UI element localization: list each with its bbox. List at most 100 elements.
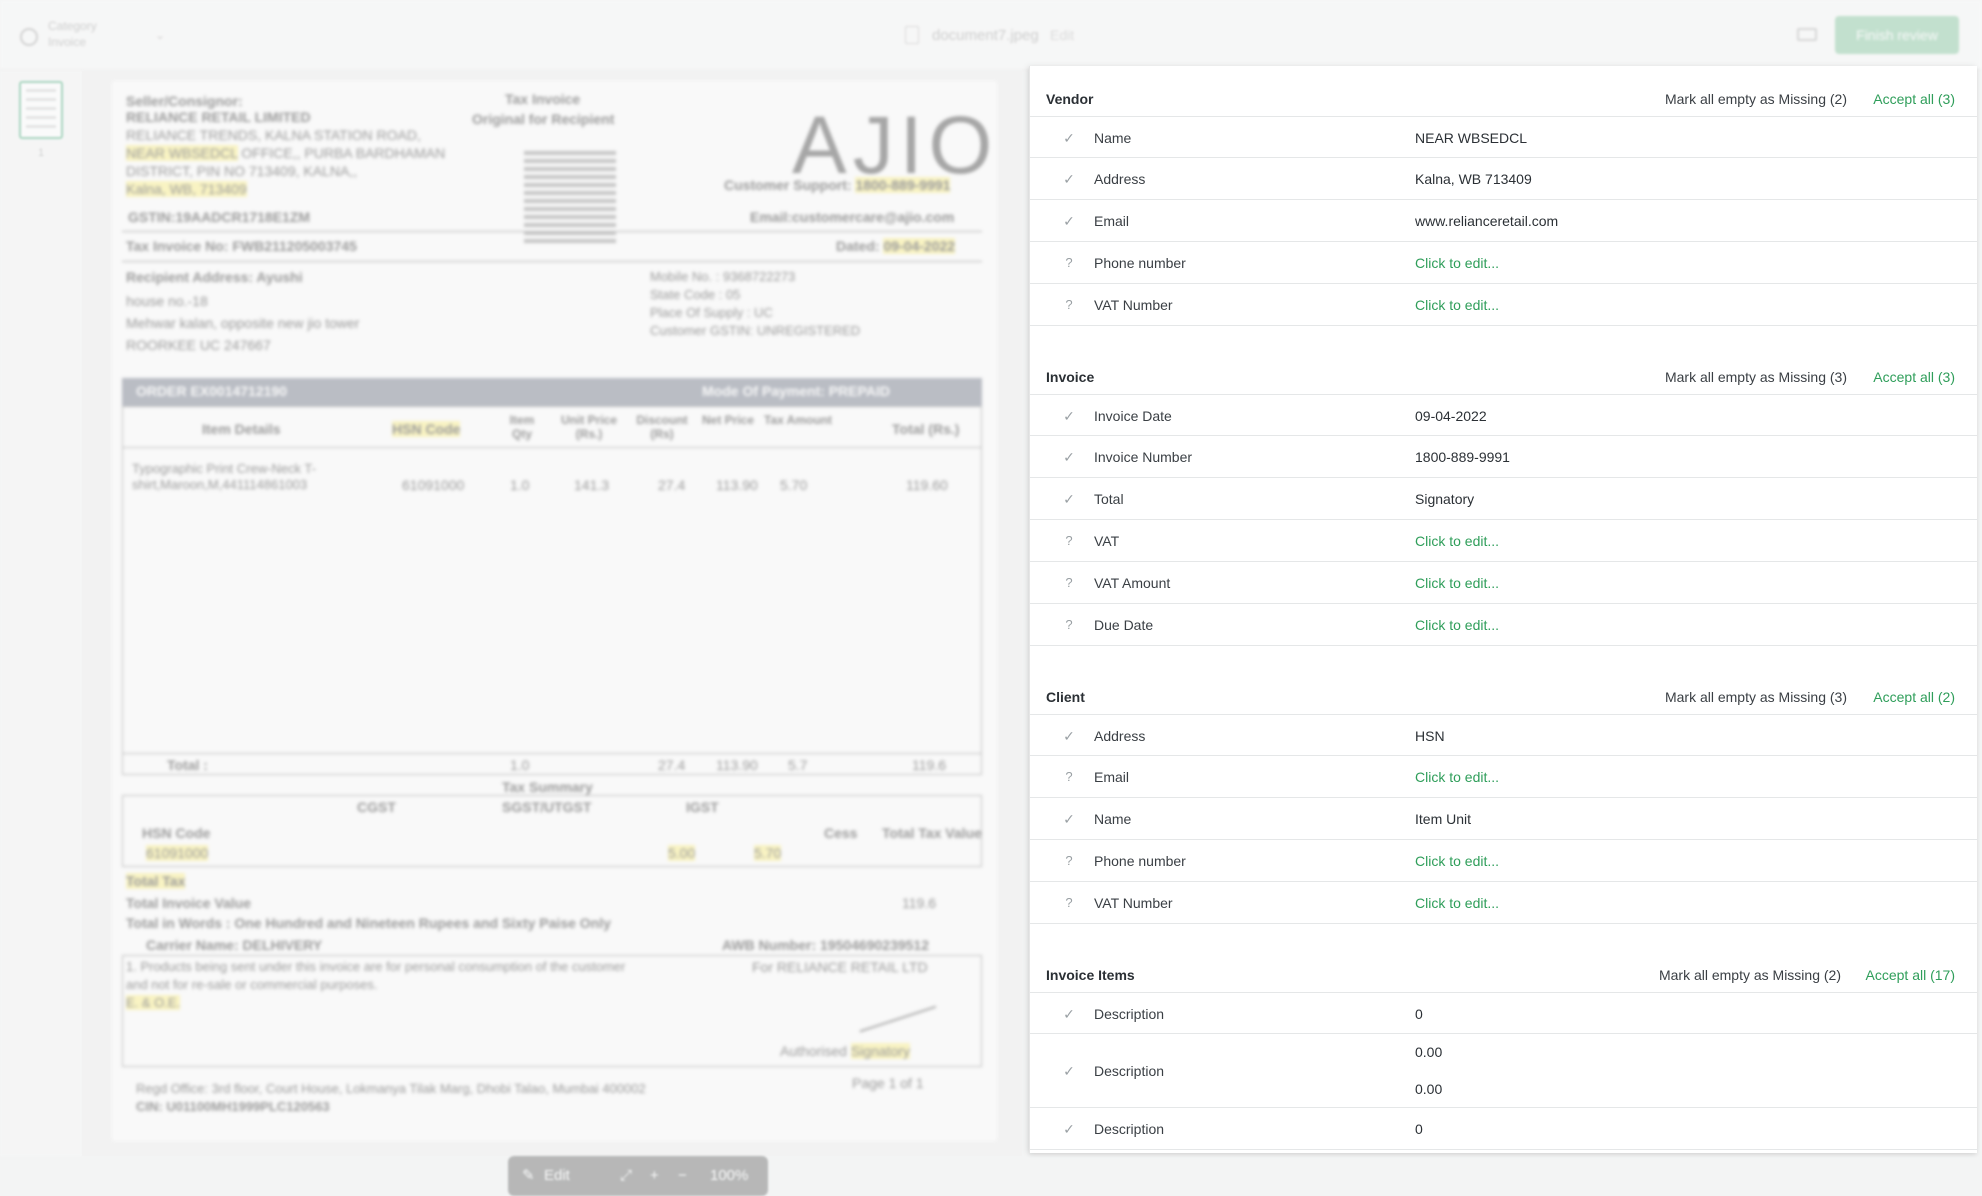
check-icon[interactable]: ✓	[1061, 1006, 1077, 1023]
field-label: Description	[1094, 1006, 1165, 1022]
mark-all-missing-button[interactable]: Mark all empty as Missing (3)	[1665, 689, 1847, 705]
field-row-name[interactable]: ✓ Name Item Unit	[1030, 798, 1977, 840]
field-row-email[interactable]: ✓ Email www.relianceretail.com	[1030, 200, 1977, 242]
doc-item-desc2: shirt,Maroon,M,441114861003	[132, 477, 308, 492]
check-icon[interactable]: ✓	[1061, 171, 1077, 188]
field-label: Email	[1094, 769, 1130, 785]
doc-cgst: CGST	[357, 799, 396, 815]
field-row-address[interactable]: ✓ Address Kalna, WB 713409	[1030, 158, 1977, 200]
doc-payment: Mode Of Payment: PREPAID	[702, 383, 890, 399]
field-label: VAT Amount	[1094, 575, 1171, 591]
field-row-total[interactable]: ✓ Total Signatory	[1030, 478, 1977, 520]
question-mark-icon[interactable]: ?	[1061, 853, 1077, 868]
edit-button[interactable]: Edit	[544, 1156, 570, 1196]
check-icon[interactable]: ✓	[1061, 491, 1077, 508]
category-selector[interactable]: Category Invoice	[48, 18, 97, 50]
field-row-name[interactable]: ✓ Name NEAR WBSEDCL	[1030, 116, 1977, 158]
field-label: Description	[1094, 1121, 1165, 1137]
field-row-invoice-number[interactable]: ✓ Invoice Number 1800-889-9991	[1030, 436, 1977, 478]
field-row-description[interactable]: ✓ Description 0.00 0.00	[1030, 1034, 1977, 1108]
document-edit-link[interactable]: Edit	[1050, 27, 1074, 43]
field-value[interactable]: 1800-889-9991	[1415, 449, 1510, 465]
check-icon[interactable]: ✓	[1061, 449, 1077, 466]
question-mark-icon[interactable]: ?	[1061, 575, 1077, 590]
check-icon[interactable]: ✓	[1061, 1121, 1077, 1138]
doc-mobile: Mobile No. : 9368722273	[650, 269, 796, 284]
field-value[interactable]: 0	[1415, 1121, 1423, 1137]
field-value[interactable]: NEAR WBSEDCL	[1415, 130, 1527, 146]
question-mark-icon[interactable]: ?	[1061, 769, 1077, 784]
check-icon[interactable]: ✓	[1061, 130, 1077, 147]
mark-all-missing-button[interactable]: Mark all empty as Missing (2)	[1659, 967, 1841, 983]
mark-all-missing-button[interactable]: Mark all empty as Missing (3)	[1665, 369, 1847, 385]
check-icon[interactable]: ✓	[1061, 213, 1077, 230]
check-icon[interactable]: ✓	[1061, 1063, 1077, 1080]
field-placeholder[interactable]: Click to edit...	[1415, 617, 1499, 633]
keyboard-icon[interactable]	[1797, 28, 1817, 41]
field-row-vat-number[interactable]: ? VAT Number Click to edit...	[1030, 882, 1977, 924]
field-value[interactable]: 0.00	[1415, 1044, 1442, 1060]
doc-item-tax: 5.70	[780, 477, 808, 493]
accept-all-button[interactable]: Accept all (17)	[1866, 967, 1955, 983]
chevron-down-icon[interactable]: ⌄	[155, 28, 165, 42]
field-value[interactable]: 09-04-2022	[1415, 408, 1487, 424]
doc-col-net: Net Price	[702, 413, 755, 427]
category-icon	[20, 28, 38, 46]
doc-support: Customer Support: 1800-889-9991	[724, 177, 951, 193]
edit-icon[interactable]: ✎	[522, 1156, 535, 1196]
field-row-description[interactable]: ✓ Description 0	[1030, 1108, 1977, 1150]
field-value[interactable]: Kalna, WB 713409	[1415, 171, 1532, 187]
field-row-vat-amount[interactable]: ? VAT Amount Click to edit...	[1030, 562, 1977, 604]
check-icon[interactable]: ✓	[1061, 408, 1077, 425]
field-value[interactable]: HSN	[1415, 728, 1445, 744]
question-mark-icon[interactable]: ?	[1061, 533, 1077, 548]
zoom-out-button[interactable]: −	[678, 1156, 687, 1196]
question-mark-icon[interactable]: ?	[1061, 895, 1077, 910]
question-mark-icon[interactable]: ?	[1061, 617, 1077, 632]
question-mark-icon[interactable]: ?	[1061, 297, 1077, 312]
field-row-description[interactable]: ✓ Description 0	[1030, 992, 1977, 1034]
field-label: Invoice Date	[1094, 408, 1172, 424]
field-row-vat-number[interactable]: ? VAT Number Click to edit...	[1030, 284, 1977, 326]
question-mark-icon[interactable]: ?	[1061, 255, 1077, 270]
check-icon[interactable]: ✓	[1061, 728, 1077, 745]
field-label: VAT Number	[1094, 895, 1173, 911]
accept-all-button[interactable]: Accept all (3)	[1873, 91, 1955, 107]
field-label: Phone number	[1094, 853, 1186, 869]
field-placeholder[interactable]: Click to edit...	[1415, 255, 1499, 271]
page-thumbnail[interactable]	[19, 81, 63, 139]
doc-rec-line3: ROORKEE UC 247667	[126, 337, 271, 353]
mark-all-missing-button[interactable]: Mark all empty as Missing (2)	[1665, 91, 1847, 107]
check-icon[interactable]: ✓	[1061, 811, 1077, 828]
document-viewer[interactable]: Seller/Consignor: RELIANCE RETAIL LIMITE…	[82, 71, 1022, 1196]
doc-tax-invoice: Tax Invoice	[505, 91, 581, 107]
field-placeholder[interactable]: Click to edit...	[1415, 769, 1499, 785]
field-row-due-date[interactable]: ? Due Date Click to edit...	[1030, 604, 1977, 646]
field-row-email[interactable]: ? Email Click to edit...	[1030, 756, 1977, 798]
accept-all-button[interactable]: Accept all (3)	[1873, 369, 1955, 385]
field-row-phone-number[interactable]: ? Phone number Click to edit...	[1030, 242, 1977, 284]
field-value[interactable]: Signatory	[1415, 491, 1474, 507]
field-row-vat[interactable]: ? VAT Click to edit...	[1030, 520, 1977, 562]
field-row-phone-number[interactable]: ? Phone number Click to edit...	[1030, 840, 1977, 882]
field-label: Name	[1094, 130, 1132, 146]
field-row-address[interactable]: ✓ Address HSN	[1030, 714, 1977, 756]
field-placeholder[interactable]: Click to edit...	[1415, 895, 1499, 911]
field-value-secondary[interactable]: 0.00	[1415, 1081, 1442, 1097]
field-placeholder[interactable]: Click to edit...	[1415, 533, 1499, 549]
field-row-invoice-date[interactable]: ✓ Invoice Date 09-04-2022	[1030, 394, 1977, 436]
accept-all-button[interactable]: Accept all (2)	[1873, 689, 1955, 705]
zoom-in-button[interactable]: +	[650, 1156, 659, 1196]
field-value[interactable]: Item Unit	[1415, 811, 1471, 827]
doc-invoice-value: 119.6	[902, 895, 936, 911]
doc-seller-addr4: Kalna, WB, 713409	[126, 181, 247, 197]
doc-total-net: 113.90	[716, 757, 758, 773]
field-value[interactable]: 0	[1415, 1006, 1423, 1022]
field-value[interactable]: www.relianceretail.com	[1415, 213, 1558, 229]
expand-icon[interactable]: ⤢	[620, 1156, 632, 1196]
field-placeholder[interactable]: Click to edit...	[1415, 853, 1499, 869]
field-list: ✓ Address HSN? Email Click to edit... ✓ Name It…	[1030, 714, 1977, 924]
field-placeholder[interactable]: Click to edit...	[1415, 297, 1499, 313]
field-placeholder[interactable]: Click to edit...	[1415, 575, 1499, 591]
finish-review-button[interactable]: Finish review	[1835, 16, 1959, 54]
